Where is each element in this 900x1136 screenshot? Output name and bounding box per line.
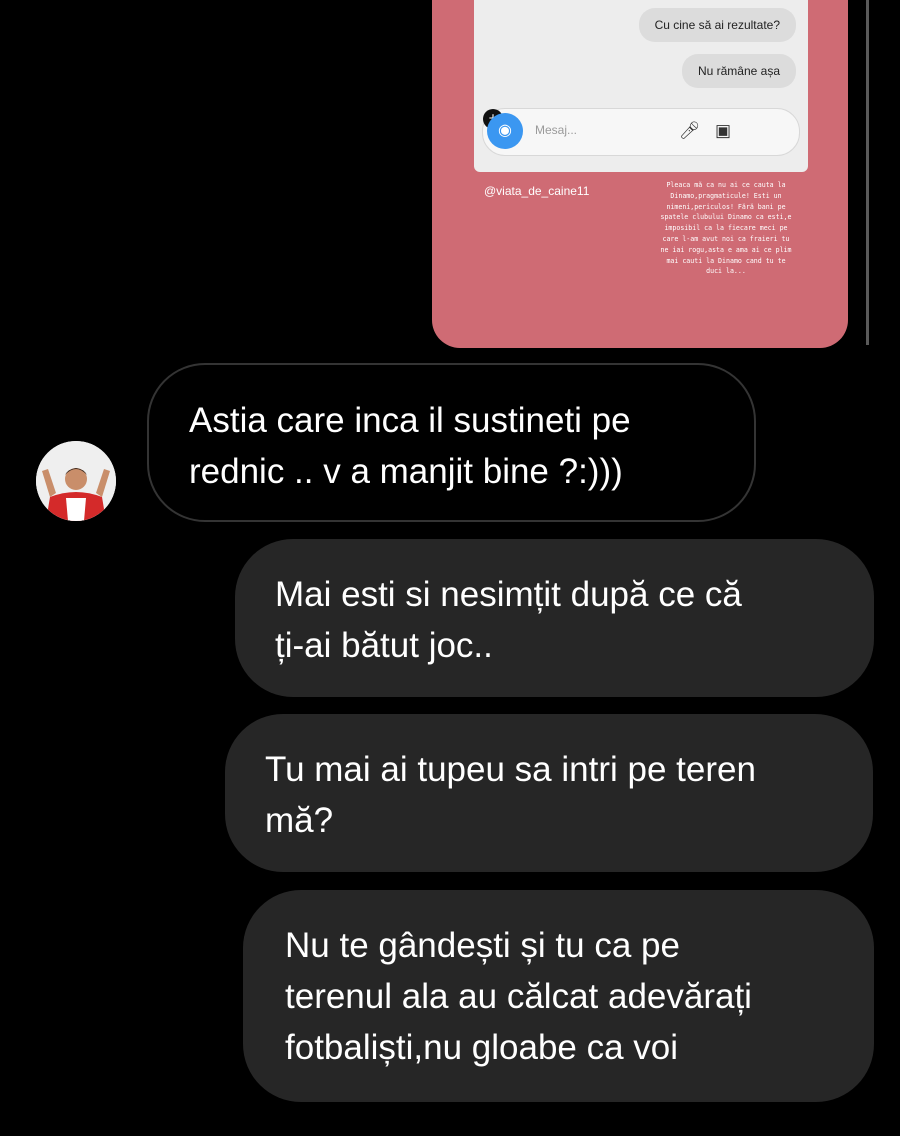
gallery-icon: ▣ xyxy=(715,121,732,140)
received-message[interactable]: Astia care inca il sustineti pe rednic .… xyxy=(147,363,756,522)
story-screenshot: Cu cine să ai rezultate? Nu rămâne așa ◉… xyxy=(474,0,808,172)
message-line: terenul ala au călcat adevărați xyxy=(285,977,752,1016)
message-line: Nu te gândești și tu ca pe xyxy=(285,926,680,965)
message-line: Astia care inca il sustineti pe xyxy=(189,401,631,440)
sent-message[interactable]: Nu te gândești și tu ca pe terenul ala a… xyxy=(243,890,874,1102)
scrollbar[interactable] xyxy=(866,0,869,345)
story-compose-placeholder: Mesaj... xyxy=(535,123,578,137)
story-body-text: Pleaca mă ca nu ai ce cauta la Dinamo,pr… xyxy=(660,181,792,276)
message-line: ți-ai bătut joc.. xyxy=(275,626,493,665)
sent-message[interactable]: Tu mai ai tupeu sa intri pe teren mă? xyxy=(225,714,873,872)
message-line: mă? xyxy=(265,801,334,840)
story-handle: @viata_de_caine11 xyxy=(484,184,590,198)
avatar[interactable] xyxy=(36,441,116,521)
message-line: Tu mai ai tupeu sa intri pe teren xyxy=(265,750,756,789)
sent-message[interactable]: Mai esti si nesimțit după ce că ți-ai bă… xyxy=(235,539,874,697)
message-line: Mai esti si nesimțit după ce că xyxy=(275,575,742,614)
microphone-icon: 🎤︎ xyxy=(679,121,701,140)
shared-story-card[interactable]: Cu cine să ai rezultate? Nu rămâne așa ◉… xyxy=(432,0,848,348)
message-line: fotbaliști,nu gloabe ca voi xyxy=(285,1028,679,1067)
message-line: rednic .. v a manjit bine ?:))) xyxy=(189,452,623,491)
story-compose-bar: ◉ Mesaj... 🎤︎ ▣ + xyxy=(482,108,800,156)
camera-icon: ◉ xyxy=(487,113,523,149)
story-message-1: Cu cine să ai rezultate? xyxy=(638,8,796,42)
story-message-2: Nu rămâne așa xyxy=(681,54,796,88)
